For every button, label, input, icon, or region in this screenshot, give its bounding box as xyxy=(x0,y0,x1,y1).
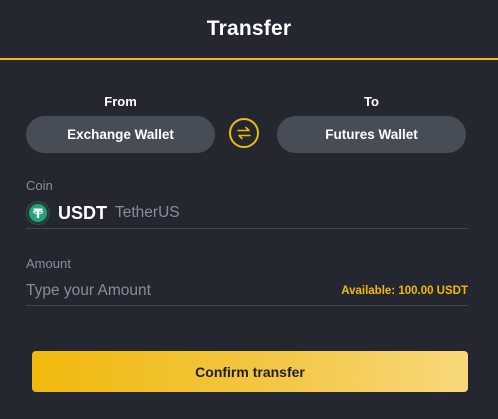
amount-row: Available: 100.00 USDT xyxy=(26,276,468,306)
modal-title: Transfer xyxy=(206,17,292,40)
amount-label: Amount xyxy=(26,256,71,271)
coin-label: Coin xyxy=(26,178,53,193)
coin-full-name: TetherUS xyxy=(115,204,180,221)
from-wallet-button[interactable]: Exchange Wallet xyxy=(26,116,215,153)
transfer-modal: Transfer From Exchange Wallet To Futures… xyxy=(0,0,498,419)
from-wallet-group: From Exchange Wallet xyxy=(26,94,215,153)
to-wallet-group: To Futures Wallet xyxy=(277,94,466,153)
tether-icon xyxy=(26,201,50,225)
amount-input[interactable] xyxy=(26,277,306,304)
confirm-transfer-button[interactable]: Confirm transfer xyxy=(32,351,468,392)
coin-selector[interactable]: USDT TetherUS xyxy=(26,198,468,229)
swap-wallets-button[interactable] xyxy=(229,118,259,148)
modal-header: Transfer xyxy=(0,0,498,60)
from-label: From xyxy=(104,94,137,109)
swap-arrows-icon xyxy=(237,126,251,140)
available-balance: Available: 100.00 USDT xyxy=(341,284,468,297)
to-wallet-button[interactable]: Futures Wallet xyxy=(277,116,466,153)
to-label: To xyxy=(364,94,379,109)
coin-symbol: USDT xyxy=(58,202,107,223)
